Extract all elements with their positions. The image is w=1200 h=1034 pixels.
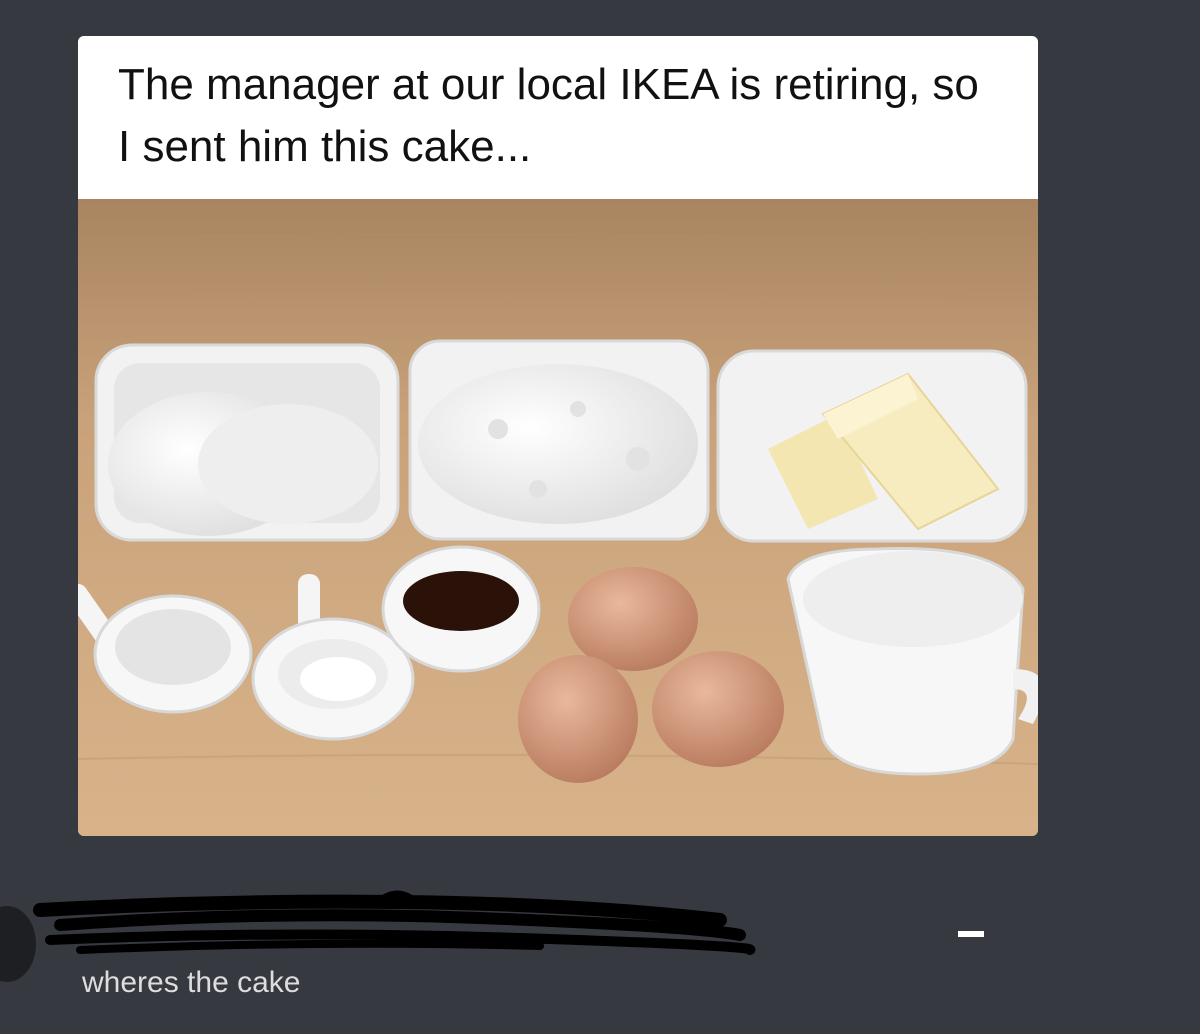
sugar-dish: [94, 343, 400, 542]
ingredients-photo: [78, 199, 1038, 836]
milk-jug: [786, 547, 1038, 776]
vanilla-bowl: [381, 545, 541, 673]
meme-embed[interactable]: The manager at our local IKEA is retirin…: [78, 36, 1038, 836]
redacted-username-scribble: [33, 890, 756, 955]
caption-bar: The manager at our local IKEA is retirin…: [78, 36, 1038, 199]
reply-message: wheres the cake: [82, 966, 301, 999]
butter-dish: [716, 349, 1028, 543]
flour-dish: [408, 339, 710, 541]
meme-caption: The manager at our local IKEA is retirin…: [118, 60, 979, 171]
divider-dash: [958, 931, 984, 937]
